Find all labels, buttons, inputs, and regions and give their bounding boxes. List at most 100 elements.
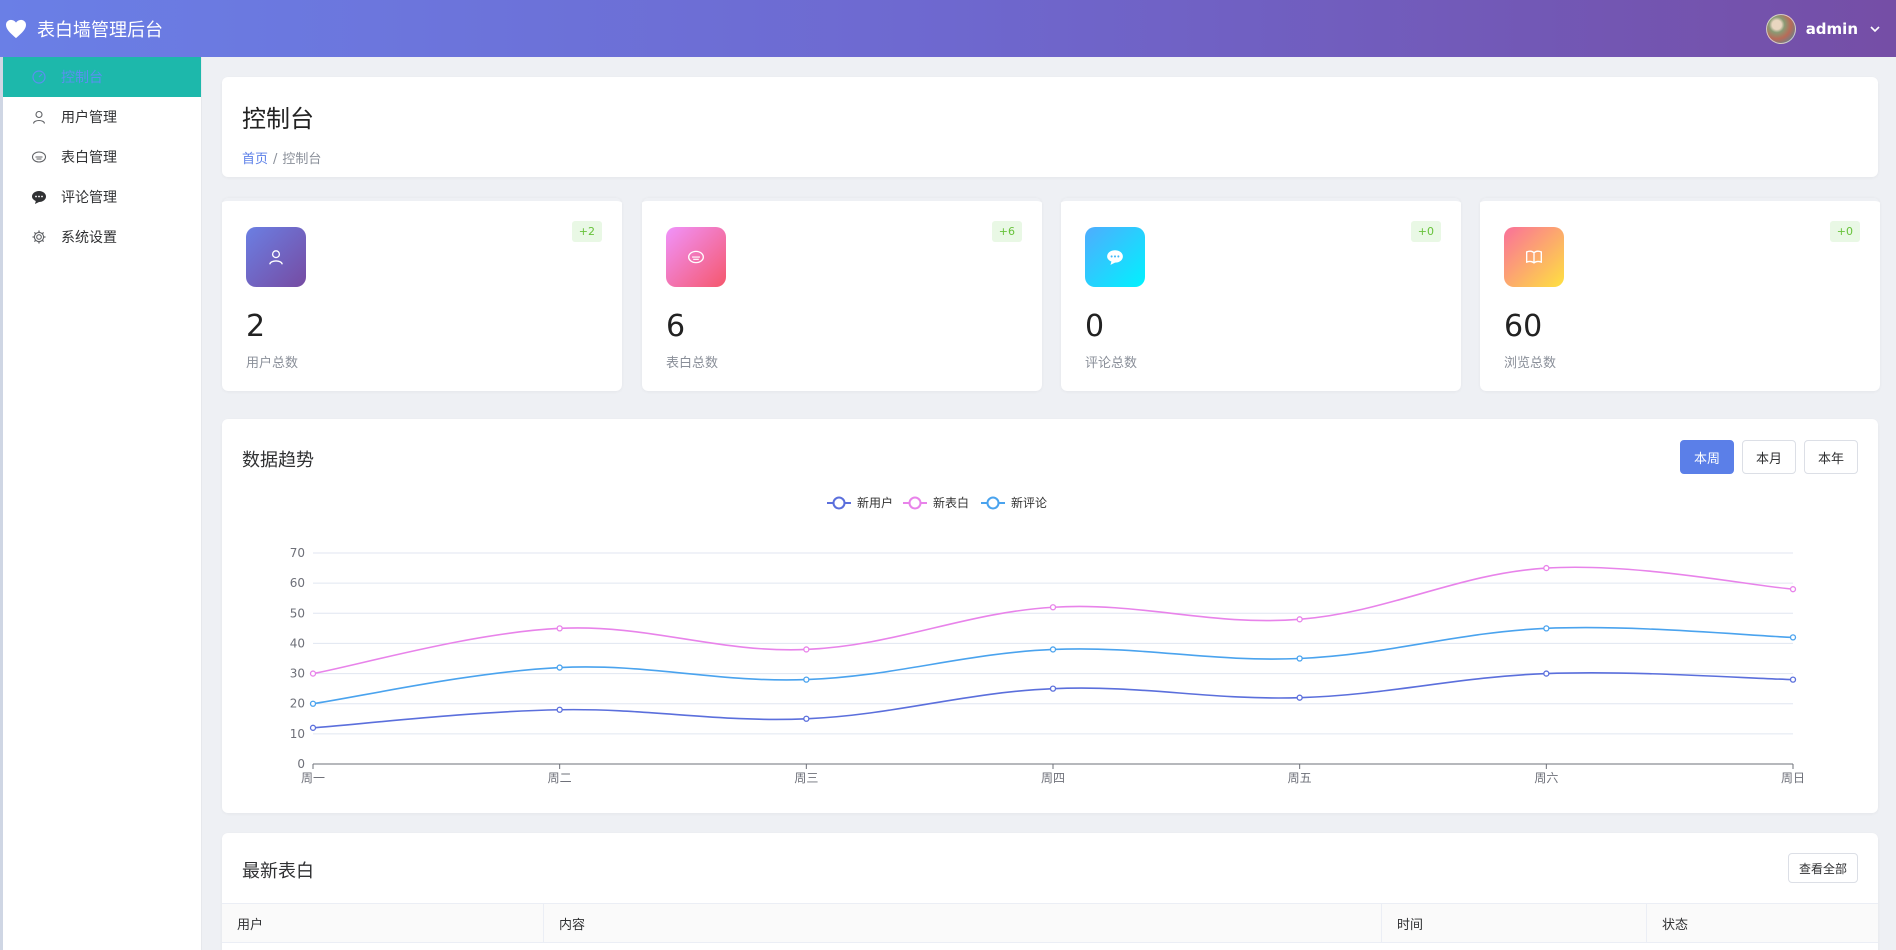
column-header-time[interactable]: 时间 bbox=[1382, 904, 1647, 942]
sidebar-item-dashboard[interactable]: 控制台 bbox=[3, 57, 201, 97]
stat-label: 表白总数 bbox=[666, 356, 719, 371]
recent-confessions-card: 最新表白 查看全部 用户 内容 时间 状态 bbox=[222, 833, 1878, 950]
page-title: 控制台 bbox=[242, 105, 314, 133]
data-point bbox=[1543, 670, 1550, 677]
y-tick-label: 0 bbox=[297, 757, 305, 771]
stat-value: 60 bbox=[1504, 309, 1543, 344]
sidebar-item-settings[interactable]: 系统设置 bbox=[3, 217, 201, 257]
user-menu[interactable]: admin bbox=[1765, 13, 1882, 44]
y-tick-label: 10 bbox=[290, 727, 305, 741]
gear-icon bbox=[32, 230, 46, 244]
data-point bbox=[309, 670, 317, 677]
stat-badge: +2 bbox=[571, 221, 602, 242]
page-header: 控制台 首页 / 控制台 bbox=[222, 77, 1878, 177]
stat-label: 浏览总数 bbox=[1504, 356, 1557, 371]
data-point bbox=[803, 676, 810, 683]
stat-card-views: +0 60 浏览总数 bbox=[1480, 197, 1880, 391]
data-point bbox=[1296, 616, 1303, 623]
legend-marker bbox=[832, 496, 846, 510]
sidebar-item-label: 表白管理 bbox=[61, 150, 117, 166]
avatar[interactable] bbox=[1765, 13, 1796, 44]
data-point bbox=[1049, 646, 1057, 653]
breadcrumb-home-link[interactable]: 首页 bbox=[242, 152, 268, 167]
comment-icon bbox=[32, 191, 46, 204]
data-point bbox=[1543, 564, 1550, 572]
y-tick-label: 30 bbox=[290, 667, 305, 681]
confession-icon bbox=[31, 151, 47, 163]
sidebar-item-label: 用户管理 bbox=[61, 110, 117, 126]
dashboard-icon bbox=[32, 70, 46, 84]
stat-value: 2 bbox=[246, 309, 266, 344]
username: admin bbox=[1805, 19, 1858, 38]
x-tick-label: 周一 bbox=[301, 771, 325, 785]
y-tick-label: 60 bbox=[290, 576, 305, 590]
recent-title: 最新表白 bbox=[242, 861, 314, 882]
y-tick-label: 50 bbox=[290, 606, 305, 620]
data-point bbox=[556, 625, 563, 632]
x-tick-label: 周三 bbox=[794, 771, 818, 785]
data-point bbox=[556, 664, 563, 671]
y-tick-label: 70 bbox=[290, 546, 305, 560]
trend-chart-card: 数据趋势 本周 本月 本年 0 10 20 30 40 50 60 70 周一 周二 周三 周四 周五周… bbox=[222, 419, 1878, 813]
trend-line-chart: 0 10 20 30 40 50 60 70 周一 周二 周三 周四 周五 周六 周日 新用户 新表白 新评论 bbox=[290, 495, 1805, 785]
data-point bbox=[556, 706, 563, 713]
legend-label: 新用户 bbox=[857, 495, 893, 510]
user-icon bbox=[246, 227, 306, 287]
app-title: 表白墙管理后台 bbox=[37, 19, 163, 41]
breadcrumb-current: 控制台 bbox=[282, 152, 322, 167]
confession-icon bbox=[666, 227, 726, 287]
book-icon bbox=[1504, 227, 1564, 287]
stat-card-comments: +0 0 评论总数 bbox=[1061, 197, 1461, 391]
top-bar: 表白墙管理后台 admin bbox=[0, 0, 1896, 57]
sidebar-item-label: 系统设置 bbox=[61, 230, 117, 246]
stat-card-users: +2 2 用户总数 bbox=[222, 197, 622, 391]
chevron-down-icon bbox=[1870, 25, 1880, 32]
data-point bbox=[1296, 694, 1303, 701]
series-line bbox=[312, 626, 1794, 705]
stat-card-confessions: +6 6 表白总数 bbox=[642, 197, 1042, 391]
data-point bbox=[803, 715, 810, 722]
sidebar-item-confessions[interactable]: 表白管理 bbox=[3, 137, 201, 177]
x-tick-label: 周四 bbox=[1041, 771, 1065, 785]
data-point bbox=[1789, 676, 1797, 683]
legend-label: 新表白 bbox=[933, 495, 969, 510]
user-icon bbox=[32, 110, 46, 124]
sidebar-item-label: 评论管理 bbox=[61, 190, 117, 206]
sidebar-item-label: 控制台 bbox=[61, 70, 103, 86]
y-tick-label: 40 bbox=[290, 636, 305, 650]
column-header-status[interactable]: 状态 bbox=[1647, 904, 1878, 942]
data-point bbox=[1789, 634, 1797, 641]
x-tick-label: 周五 bbox=[1288, 771, 1312, 785]
stat-badge: +0 bbox=[1829, 221, 1860, 242]
sidebar-item-comments[interactable]: 评论管理 bbox=[3, 177, 201, 217]
stat-badge: +6 bbox=[991, 221, 1022, 242]
data-point bbox=[803, 646, 810, 653]
data-point bbox=[1049, 685, 1057, 692]
sidebar-item-users[interactable]: 用户管理 bbox=[3, 97, 201, 137]
column-header-content[interactable]: 内容 bbox=[544, 904, 1382, 942]
brand[interactable]: 表白墙管理后台 bbox=[0, 16, 163, 42]
legend-marker bbox=[908, 496, 922, 510]
y-tick-label: 20 bbox=[290, 697, 305, 711]
breadcrumb-separator: / bbox=[273, 152, 278, 167]
comment-icon bbox=[1085, 227, 1145, 287]
data-point bbox=[1789, 586, 1797, 593]
stat-value: 6 bbox=[666, 309, 686, 344]
data-point bbox=[1543, 625, 1550, 632]
legend-marker bbox=[986, 496, 1000, 510]
table-header: 用户 内容 时间 状态 bbox=[222, 903, 1878, 943]
sidebar: 控制台 用户管理 表白管理 评论管理 系统设置 bbox=[0, 57, 202, 950]
data-point bbox=[1296, 655, 1303, 662]
stat-label: 用户总数 bbox=[246, 356, 299, 371]
stat-badge: +0 bbox=[1410, 221, 1441, 242]
data-point bbox=[1049, 604, 1057, 611]
x-tick-label: 周六 bbox=[1534, 771, 1558, 785]
x-tick-label: 周二 bbox=[548, 771, 572, 785]
stat-value: 0 bbox=[1085, 309, 1105, 344]
column-header-user[interactable]: 用户 bbox=[222, 904, 544, 942]
data-point bbox=[309, 724, 317, 731]
legend-label: 新评论 bbox=[1011, 495, 1047, 510]
data-point bbox=[309, 700, 317, 707]
stat-label: 评论总数 bbox=[1085, 356, 1138, 371]
view-all-button[interactable]: 查看全部 bbox=[1787, 853, 1858, 883]
